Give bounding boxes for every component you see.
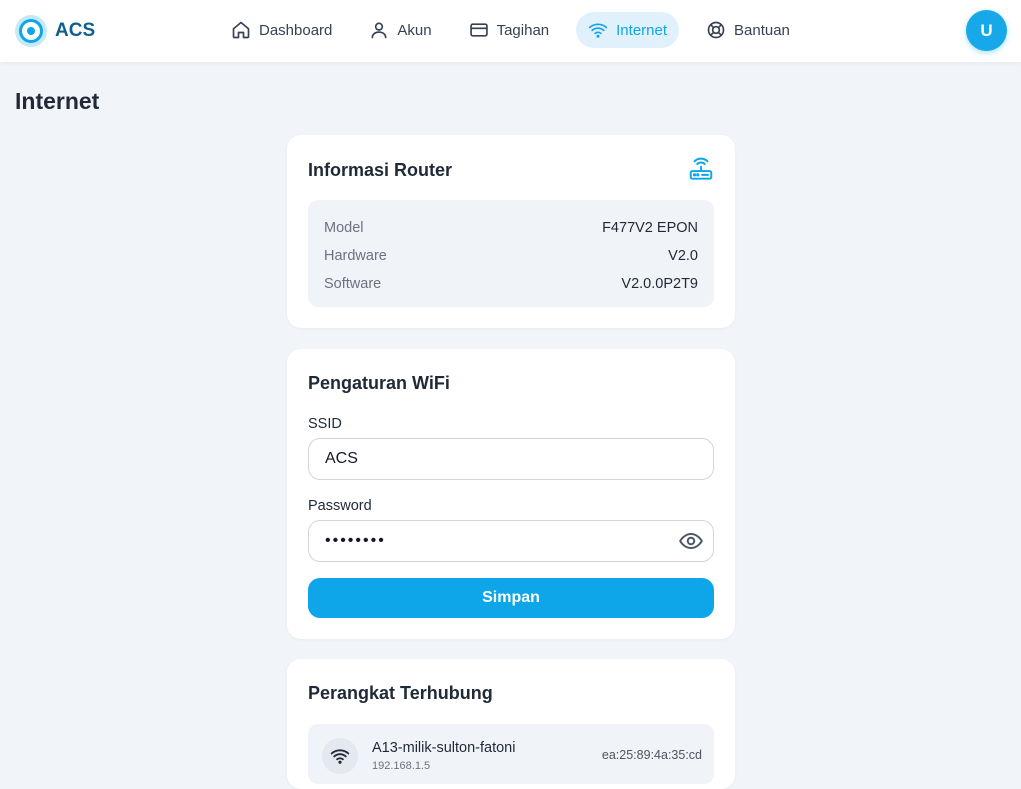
router-icon xyxy=(688,157,714,183)
router-info-card: Informasi Router Model F477V2 EPON Hardw… xyxy=(287,135,735,328)
password-label: Password xyxy=(308,498,372,514)
device-mac: ea:25:89:4a:35:cd xyxy=(601,748,702,762)
nav-item-label: Tagihan xyxy=(496,21,550,39)
show-password-eye-icon[interactable] xyxy=(678,528,704,554)
device-ip: 192.168.1.5 xyxy=(372,760,431,772)
router-info-row-hardware: Hardware V2.0 xyxy=(324,242,698,270)
nav-item-bantuan[interactable]: Bantuan xyxy=(696,12,800,48)
info-label: Model xyxy=(324,220,364,236)
router-info-row-software: Software V2.0.0P2T9 xyxy=(324,270,698,298)
info-label: Software xyxy=(324,276,382,292)
device-list-item[interactable]: A13-milik-sulton-fatoni 192.168.1.5 ea:2… xyxy=(308,724,714,784)
router-info-row-model: Model F477V2 EPON xyxy=(324,214,698,242)
info-value: V2.0.0P2T9 xyxy=(621,276,698,292)
brand-name: ACS xyxy=(55,20,96,41)
device-wifi-icon xyxy=(322,738,358,774)
wifi-card-title: Pengaturan WiFi xyxy=(308,373,450,393)
info-label: Hardware xyxy=(324,248,387,264)
devices-card-title: Perangkat Terhubung xyxy=(308,683,493,703)
password-input[interactable] xyxy=(308,520,714,562)
router-card-title: Informasi Router xyxy=(308,160,453,180)
info-value: V2.0 xyxy=(668,248,698,264)
wifi-settings-card: Pengaturan WiFi SSID Password Simpan xyxy=(287,349,735,639)
info-value: F477V2 EPON xyxy=(602,220,698,236)
credit-card-icon xyxy=(469,20,489,40)
nav-item-label: Bantuan xyxy=(734,21,790,39)
ssid-input[interactable] xyxy=(308,438,714,480)
brand-logo-icon xyxy=(15,15,47,47)
device-name: A13-milik-sulton-fatoni xyxy=(372,740,516,756)
nav-item-label: Internet xyxy=(616,21,668,39)
nav-item-dashboard[interactable]: Dashboard xyxy=(221,12,342,48)
ssid-label: SSID xyxy=(308,416,342,432)
connected-devices-card: Perangkat Terhubung A13-milik-sulton-fat… xyxy=(287,659,735,789)
page-title: Internet xyxy=(15,88,100,114)
nav-item-tagihan[interactable]: Tagihan xyxy=(459,12,560,48)
nav-item-label: Dashboard xyxy=(259,21,333,39)
top-navbar: ACS Dashboard Akun Tagihan Internet Bant… xyxy=(0,0,1021,62)
brand[interactable]: ACS xyxy=(15,14,95,48)
nav-item-internet[interactable]: Internet xyxy=(576,12,680,48)
save-button[interactable]: Simpan xyxy=(308,578,714,618)
main-nav: Dashboard Akun Tagihan Internet Bantuan xyxy=(221,12,817,48)
lifebuoy-icon xyxy=(706,20,726,40)
user-icon xyxy=(369,20,389,40)
wifi-icon xyxy=(588,20,608,40)
home-icon xyxy=(231,20,251,40)
router-info-box: Model F477V2 EPON Hardware V2.0 Software… xyxy=(308,200,714,307)
nav-item-akun[interactable]: Akun xyxy=(359,12,441,48)
user-avatar[interactable]: U xyxy=(966,10,1007,51)
nav-item-label: Akun xyxy=(397,21,432,39)
